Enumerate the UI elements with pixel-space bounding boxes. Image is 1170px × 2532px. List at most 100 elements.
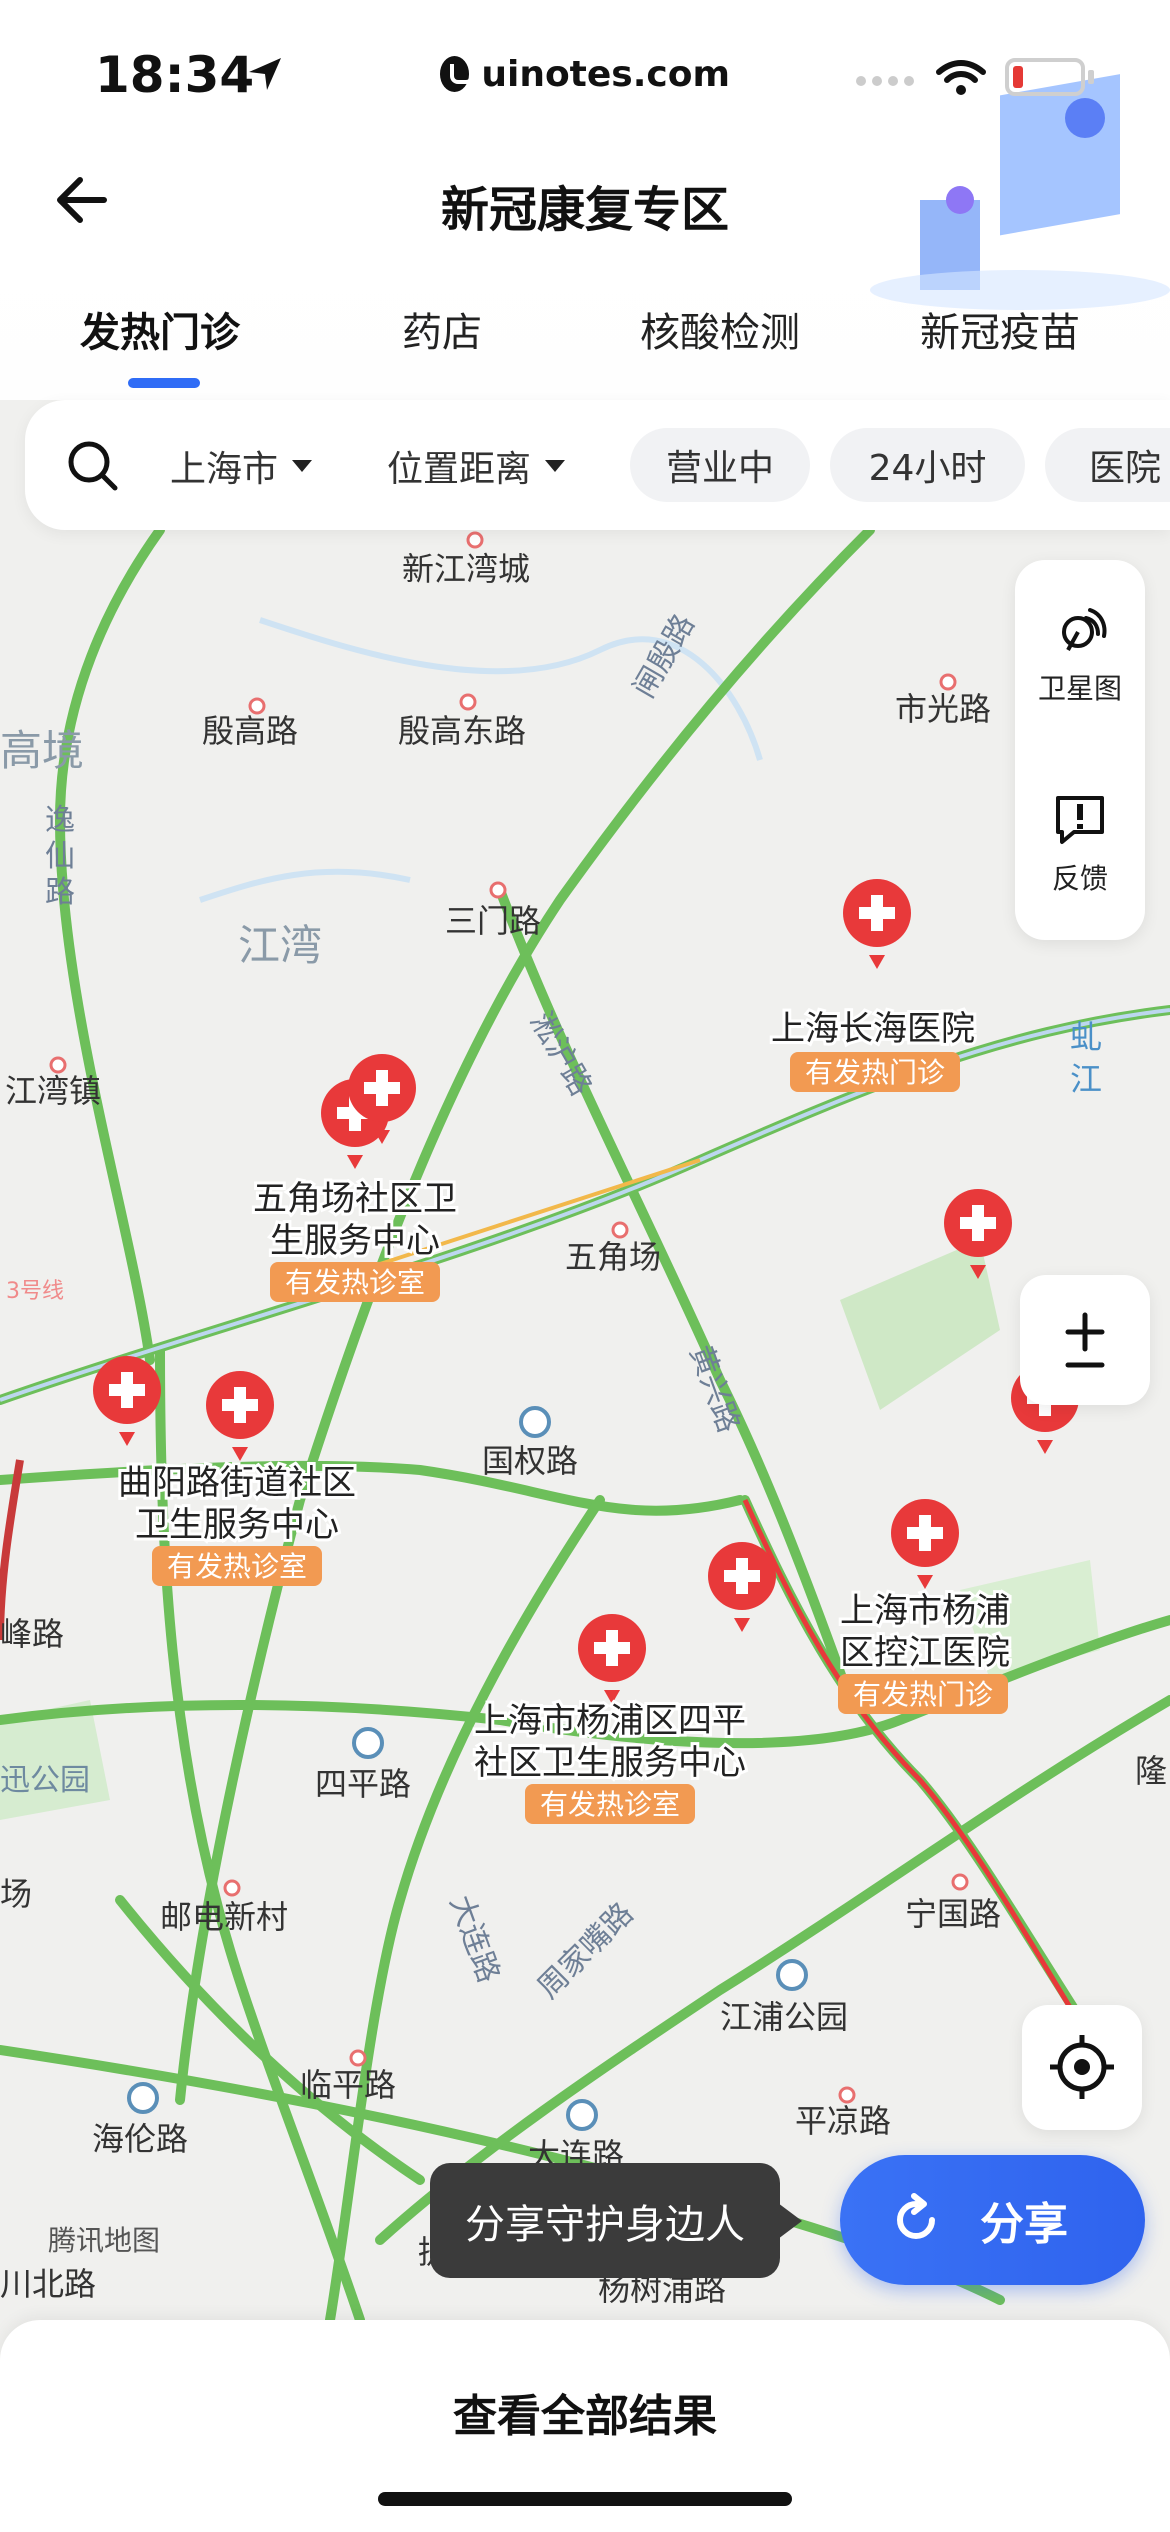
caret-down-icon (292, 460, 313, 472)
zoom-button[interactable] (1020, 1275, 1150, 1405)
place-name[interactable]: 上海市杨浦 (837, 1588, 1013, 1634)
map-label-road: 仙 (45, 839, 75, 874)
poi-dot (223, 1879, 241, 1897)
map-label-water: 江 (1070, 1060, 1102, 1098)
tab-pharmacy[interactable]: 药店 (402, 300, 482, 358)
place-name[interactable]: 五角场社区卫 (250, 1176, 460, 1222)
url-text: uinotes.com (481, 53, 730, 95)
filter-bar: 上海市 位置距离 营业中 24小时 医院 (25, 400, 1170, 530)
poi-dot (248, 697, 266, 715)
map-label: 五角场 (565, 1238, 661, 1276)
caret-down-icon (545, 460, 566, 472)
map-control-card: 卫星图 反馈 (1015, 560, 1145, 940)
map-label-road: 逸 (45, 803, 75, 838)
search-icon[interactable] (65, 438, 121, 494)
place-name[interactable]: 上海市杨浦区四平 (471, 1698, 749, 1744)
locate-me-button[interactable] (1022, 2005, 1142, 2130)
fever-tag-label: 有发热诊室 (167, 1550, 307, 1583)
map-label: 场 (0, 1875, 32, 1913)
chip-hospital[interactable]: 医院 (1045, 428, 1170, 502)
map-label: 江湾镇 (5, 1072, 101, 1110)
fever-tag-label: 有发热门诊 (853, 1678, 993, 1711)
poi-dot (49, 1056, 67, 1074)
share-button-label: 分享 (980, 2199, 1068, 2250)
satellite-view-label: 卫星图 (1037, 672, 1122, 705)
metro-station-icon (566, 2099, 598, 2131)
city-dropdown[interactable]: 上海市 (170, 440, 313, 492)
sort-dropdown-label: 位置距离 (387, 449, 532, 490)
map-label-district: 江湾 (238, 921, 322, 970)
map-label-road: 路 (45, 875, 75, 910)
tab-fever-clinic[interactable]: 发热门诊 (80, 300, 240, 358)
tab-nucleic-test[interactable]: 核酸检测 (640, 300, 800, 358)
signal-icon (856, 76, 914, 86)
crosshair-icon (1050, 2035, 1114, 2099)
tab-vaccine[interactable]: 新冠疫苗 (920, 300, 1080, 358)
chip-open-now[interactable]: 营业中 (630, 428, 810, 502)
feedback-label: 反馈 (1051, 862, 1108, 895)
map-label: 宁国路 (905, 1895, 1001, 1933)
sort-dropdown[interactable]: 位置距离 (387, 440, 566, 492)
map-label-district: 高境 (0, 726, 84, 775)
metro-station-icon (519, 1406, 551, 1438)
place-name[interactable]: 社区卫生服务中心 (471, 1740, 749, 1786)
place-name[interactable]: 区控江医院 (837, 1630, 1013, 1676)
feedback-button[interactable]: 反馈 (1015, 790, 1145, 897)
city-dropdown-label: 上海市 (170, 449, 279, 490)
site-logo-icon (440, 56, 475, 92)
map-label: 殷高东路 (398, 712, 526, 750)
map-label-subway: 3号线 (6, 1279, 64, 1304)
battery-cap (1088, 70, 1094, 84)
satellite-icon (1062, 608, 1107, 651)
poi-dot (489, 881, 507, 899)
bottom-sheet[interactable]: 查看全部结果 (0, 2320, 1170, 2532)
tencent-map-watermark: 腾讯地图 (48, 2224, 160, 2257)
home-indicator (378, 2492, 792, 2506)
zoom-plus-minus-icon (1065, 1312, 1105, 1368)
metro-station-icon (352, 1727, 384, 1759)
poi-dot (466, 531, 484, 549)
map-label: 迅公园 (0, 1763, 90, 1798)
fever-tag-label: 有发热门诊 (805, 1056, 945, 1089)
share-refresh-icon (897, 2193, 935, 2239)
map-label: 海伦路 (92, 2120, 188, 2158)
map-label: 新江湾城 (402, 550, 530, 588)
view-all-results-button[interactable]: 查看全部结果 (0, 2380, 1170, 2444)
place-name[interactable]: 卫生服务中心 (132, 1502, 342, 1548)
wifi-icon (936, 60, 986, 95)
map-label: 平凉路 (795, 2102, 891, 2140)
map-label: 江浦公园 (720, 1998, 848, 2036)
map-label: 国权路 (482, 1442, 578, 1480)
map-label: 殷高路 (202, 712, 298, 750)
map-label: 四平路 (315, 1765, 411, 1803)
feedback-icon (1056, 796, 1104, 844)
poi-dot (349, 2049, 367, 2067)
map-label: 市光路 (895, 690, 991, 728)
place-name[interactable]: 生服务中心 (267, 1218, 443, 1264)
battery-icon (1005, 58, 1085, 96)
map-label: 隆 (1135, 1752, 1167, 1790)
status-bar: 18:34 uinotes.com (0, 40, 1170, 120)
fever-tag-label: 有发热诊室 (540, 1788, 680, 1821)
fever-tag-label: 有发热诊室 (285, 1266, 425, 1299)
poi-dot (459, 693, 477, 711)
chip-24-hours[interactable]: 24小时 (830, 428, 1025, 502)
category-tabs: 发热门诊 药店 核酸检测 新冠疫苗 (0, 300, 1170, 380)
place-name[interactable]: 上海长海医院 (768, 1006, 978, 1052)
map-label: 三门路 (445, 902, 541, 940)
map-label: 邮电新村 (160, 1898, 288, 1936)
tab-active-indicator (128, 378, 200, 388)
share-button[interactable]: 分享 (840, 2155, 1145, 2285)
poi-dot (611, 1221, 629, 1239)
place-name[interactable]: 曲阳路街道社区 (115, 1460, 359, 1506)
metro-station-icon (776, 1959, 808, 1991)
url-pill: uinotes.com (440, 40, 730, 108)
status-time: 18:34 (95, 46, 255, 104)
page-title: 新冠康复专区 (440, 182, 729, 238)
poi-dot (838, 2086, 856, 2104)
location-arrow-icon (249, 58, 281, 90)
map-label: 峰路 (0, 1615, 64, 1653)
satellite-view-button[interactable]: 卫星图 (1015, 600, 1145, 707)
poi-dot (951, 1873, 969, 1891)
poi-dot (939, 673, 957, 691)
